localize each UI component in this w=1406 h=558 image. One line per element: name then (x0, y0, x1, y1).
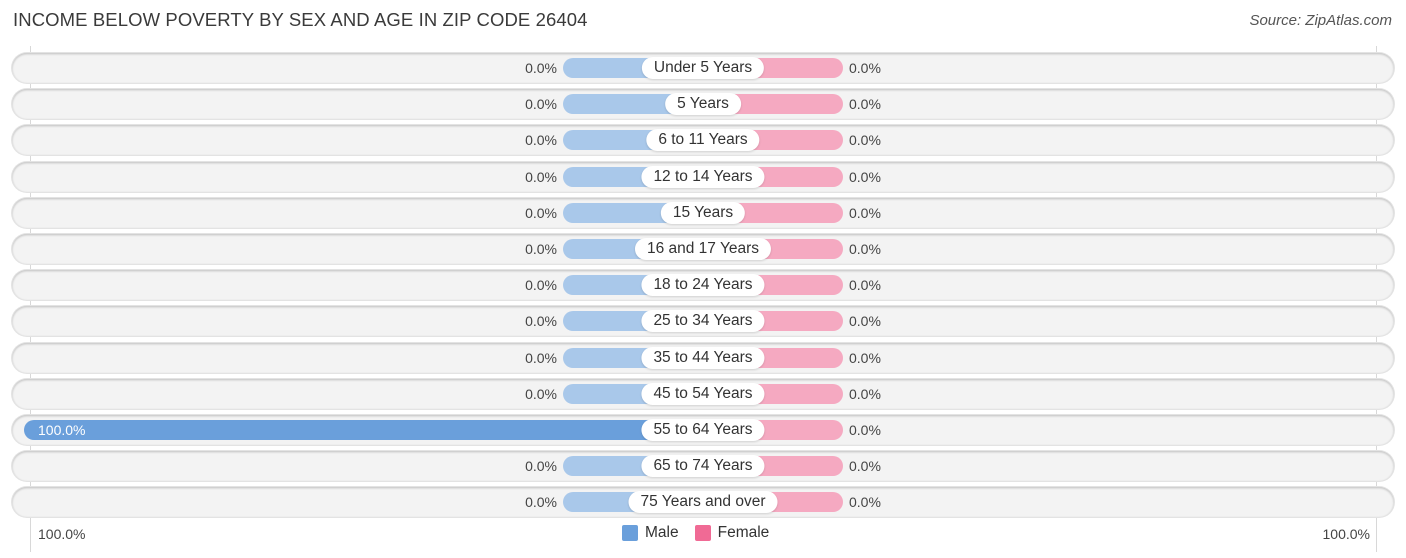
value-label-male: 0.0% (525, 241, 557, 257)
category-label: 5 Years (665, 93, 741, 115)
legend-item-female[interactable]: Female (694, 524, 770, 542)
value-label-female: 0.0% (849, 96, 881, 112)
chart-title: INCOME BELOW POVERTY BY SEX AND AGE IN Z… (13, 9, 588, 30)
value-label-female: 0.0% (849, 277, 881, 293)
legend-label-female: Female (717, 524, 770, 541)
value-label-male: 0.0% (525, 96, 557, 112)
value-label-female: 0.0% (849, 60, 881, 76)
bar-male[interactable] (24, 420, 703, 440)
value-label-female: 0.0% (849, 169, 881, 185)
category-label: Under 5 Years (641, 57, 765, 79)
legend-item-male[interactable]: Male (622, 524, 679, 542)
value-label-female: 0.0% (849, 350, 881, 366)
value-label-male: 100.0% (38, 422, 86, 438)
value-label-male: 0.0% (525, 458, 557, 474)
value-label-female: 0.0% (849, 132, 881, 148)
category-label: 15 Years (660, 202, 746, 224)
legend-label-male: Male (645, 524, 679, 541)
value-label-female: 0.0% (849, 458, 881, 474)
value-label-male: 0.0% (525, 313, 557, 329)
category-label: 55 to 64 Years (641, 419, 765, 441)
value-label-male: 0.0% (525, 60, 557, 76)
value-label-female: 0.0% (849, 422, 881, 438)
value-label-male: 0.0% (525, 350, 557, 366)
legend-swatch-male (622, 525, 638, 541)
category-label: 18 to 24 Years (641, 274, 765, 296)
category-label: 16 and 17 Years (634, 238, 772, 260)
legend-swatch-female (694, 525, 711, 541)
category-label: 6 to 11 Years (646, 129, 760, 151)
value-label-male: 0.0% (525, 386, 557, 402)
value-label-female: 0.0% (849, 241, 881, 257)
category-label: 75 Years and over (628, 491, 778, 513)
legend: Male Female (622, 524, 785, 542)
category-label: 25 to 34 Years (641, 310, 765, 332)
value-label-male: 0.0% (525, 277, 557, 293)
value-label-male: 0.0% (525, 205, 557, 221)
category-label: 12 to 14 Years (641, 166, 765, 188)
category-label: 35 to 44 Years (641, 347, 765, 369)
value-label-female: 0.0% (849, 313, 881, 329)
value-label-male: 0.0% (525, 132, 557, 148)
source-label: Source: ZipAtlas.com (1249, 12, 1392, 29)
value-label-female: 0.0% (849, 494, 881, 510)
value-label-male: 0.0% (525, 494, 557, 510)
category-label: 65 to 74 Years (641, 455, 765, 477)
axis-right-label: 100.0% (1322, 526, 1370, 542)
value-label-female: 0.0% (849, 205, 881, 221)
value-label-male: 0.0% (525, 169, 557, 185)
category-label: 45 to 54 Years (641, 383, 765, 405)
value-label-female: 0.0% (849, 386, 881, 402)
axis-left-label: 100.0% (38, 526, 86, 542)
